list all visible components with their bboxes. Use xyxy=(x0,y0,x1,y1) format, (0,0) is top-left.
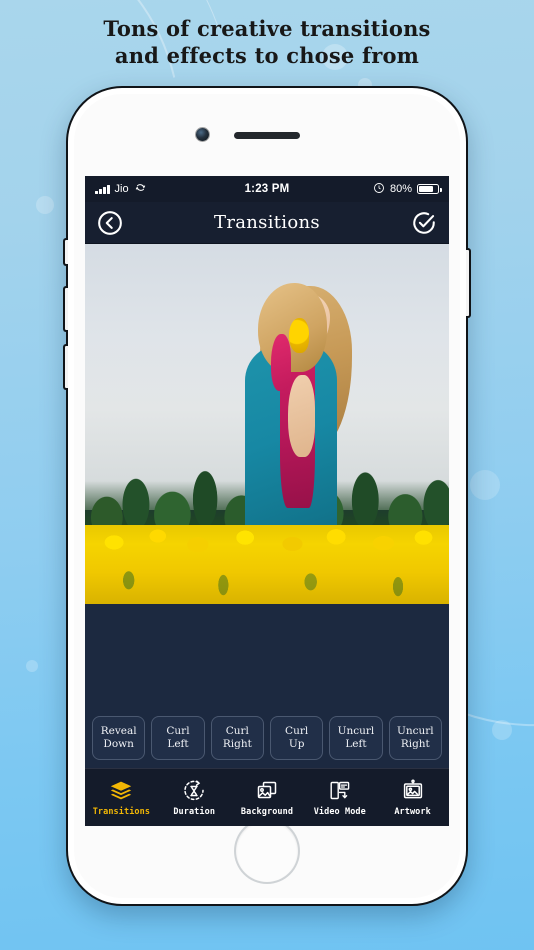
location-services-icon xyxy=(373,182,385,197)
scarf-loop xyxy=(271,333,292,391)
arm xyxy=(287,375,315,458)
preview-image xyxy=(85,244,449,604)
transition-chip-uncurl-right[interactable]: Uncurl Right xyxy=(388,716,442,760)
tab-duration[interactable]: Duration xyxy=(158,769,231,826)
home-button[interactable] xyxy=(236,820,298,882)
images-icon xyxy=(255,779,279,803)
tab-label-background: Background xyxy=(240,806,294,817)
background-bubble xyxy=(492,720,512,740)
background-bubble xyxy=(26,660,38,672)
tab-label-video-mode: Video Mode xyxy=(313,806,366,817)
timer-hourglass-icon xyxy=(182,779,206,803)
transition-chip-uncurl-left[interactable]: Uncurl Left xyxy=(329,716,383,760)
promo-headline-line-2: and effects to chose from xyxy=(114,42,420,68)
phone-screen: Jio 1:23 PM 80% Transitions Reveal Down … xyxy=(85,176,449,826)
layers-icon xyxy=(109,779,133,803)
silent-switch[interactable] xyxy=(63,238,68,266)
yellow-flowers xyxy=(288,318,309,353)
tab-transitions[interactable]: Transitions xyxy=(85,769,158,826)
transition-chip-curl-up[interactable]: Curl Up xyxy=(269,716,324,760)
transition-chip-curl-left[interactable]: Curl Left xyxy=(151,716,205,760)
back-chevron-circle-icon[interactable] xyxy=(97,210,123,236)
background-bubble xyxy=(36,196,54,214)
power-button[interactable] xyxy=(466,248,471,318)
earpiece-speaker xyxy=(234,132,300,139)
page-title: Transitions xyxy=(214,212,320,233)
tab-artwork[interactable]: Artwork xyxy=(376,769,449,826)
editor-workspace-panel[interactable] xyxy=(85,604,449,711)
battery-icon xyxy=(417,184,442,194)
video-layout-icon xyxy=(328,779,352,803)
transition-options-row: Reveal Down Curl Left Curl Right Curl Up… xyxy=(85,710,449,768)
tab-background[interactable]: Background xyxy=(231,769,304,826)
tab-label-duration: Duration xyxy=(173,806,216,817)
status-bar: Jio 1:23 PM 80% xyxy=(85,176,449,202)
tab-video-mode[interactable]: Video Mode xyxy=(303,769,376,826)
promo-headline: Tons of creative transitions and effects… xyxy=(0,16,534,70)
photo-preview[interactable] xyxy=(85,244,449,604)
navigation-bar: Transitions xyxy=(85,202,449,244)
check-circle-icon[interactable] xyxy=(411,210,437,236)
tab-label-transitions: Transitions xyxy=(92,806,151,817)
phone-mockup: Jio 1:23 PM 80% Transitions Reveal Down … xyxy=(63,86,471,906)
tab-label-artwork: Artwork xyxy=(394,806,431,817)
rapeseed-field-layer xyxy=(85,524,449,604)
volume-down-button[interactable] xyxy=(63,344,68,390)
promo-headline-line-1: Tons of creative transitions xyxy=(103,16,431,41)
status-bar-right: 80% xyxy=(373,182,442,197)
transition-chip-reveal-down[interactable]: Reveal Down xyxy=(92,716,146,760)
background-bubble xyxy=(470,470,500,500)
front-camera xyxy=(196,128,209,141)
battery-percentage: 80% xyxy=(389,183,412,195)
framed-picture-icon xyxy=(401,778,425,803)
volume-up-button[interactable] xyxy=(63,286,68,332)
bottom-tab-bar: Transitions Duration Background Video Mo… xyxy=(85,768,449,826)
transition-chip-curl-right[interactable]: Curl Right xyxy=(210,716,264,760)
